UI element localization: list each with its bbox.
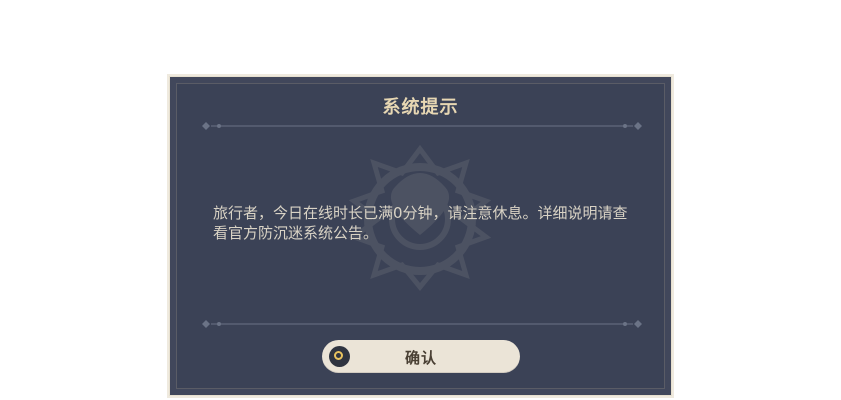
dialog-title: 系统提示 [382, 97, 459, 118]
bottom-divider [202, 320, 642, 328]
dialog-message: 旅行者，今日在线时长已满0分钟，请注意休息。详细说明请查看官方防沉迷系统公告。 [213, 204, 628, 242]
confirm-button[interactable]: 确认 [322, 340, 520, 373]
top-divider [202, 122, 642, 130]
confirm-button-label: 确认 [404, 349, 437, 367]
system-prompt-dialog: 系统提示 旅行者，今日在线时长已满0分钟，请注意休息。详细说明请查看官方防沉迷系… [169, 76, 672, 396]
